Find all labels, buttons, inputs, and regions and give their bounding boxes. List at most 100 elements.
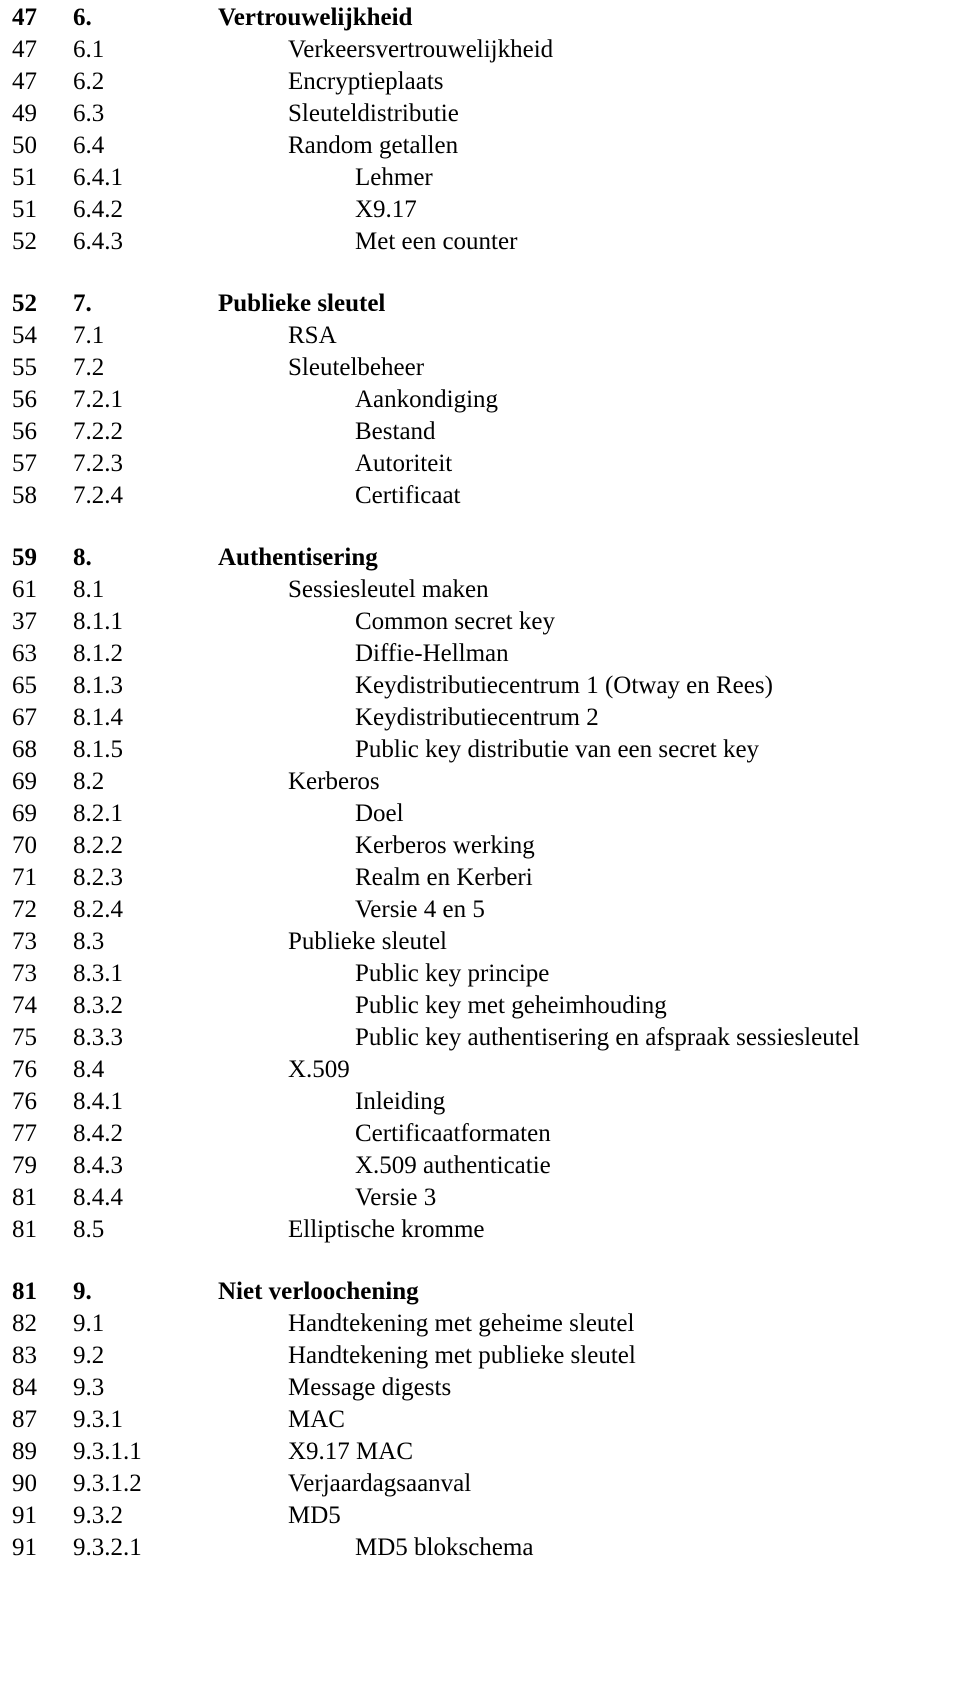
- toc-entry[interactable]: 57 7.2.3 Autoriteit: [0, 448, 960, 480]
- toc-entry-title: Autoriteit: [355, 450, 453, 477]
- toc-entry[interactable]: 56 7.2.1 Aankondiging: [0, 384, 960, 416]
- toc-entry-page-number: 63: [12, 640, 37, 667]
- toc-entry-title: Verkeersvertrouwelijkheid: [288, 36, 554, 63]
- toc-entry-page-number: 67: [12, 704, 37, 731]
- toc-entry-title: X.509 authenticatie: [355, 1152, 551, 1179]
- toc-entry[interactable]: 82 9.1 Handtekening met geheime sleutel: [0, 1308, 960, 1340]
- toc-entry[interactable]: 47 6.2 Encryptieplaats: [0, 66, 960, 98]
- toc-entry[interactable]: 69 8.2 Kerberos: [0, 766, 960, 798]
- toc-entry-title: Met een counter: [355, 228, 518, 255]
- toc-entry-section-number: 9.3.1.2: [73, 1470, 142, 1497]
- toc-entry-title: MD5: [288, 1502, 341, 1529]
- toc-entry[interactable]: 55 7.2 Sleutelbeheer: [0, 352, 960, 384]
- toc-entry-page-number: 69: [12, 768, 37, 795]
- toc-entry[interactable]: 59 8. Authentisering: [0, 542, 960, 574]
- toc-entry[interactable]: 37 8.1.1 Common secret key: [0, 606, 960, 638]
- toc-entry-section-number: 8.1.4: [73, 704, 123, 731]
- toc-entry-page-number: 52: [12, 290, 37, 317]
- toc-entry[interactable]: 52 7. Publieke sleutel: [0, 288, 960, 320]
- toc-entry-page-number: 73: [12, 928, 37, 955]
- toc-entry-page-number: 77: [12, 1120, 37, 1147]
- toc-entry[interactable]: 71 8.2.3 Realm en Kerberi: [0, 862, 960, 894]
- toc-entry-title: Sessiesleutel maken: [288, 576, 489, 603]
- toc-entry-page-number: 76: [12, 1088, 37, 1115]
- toc-entry[interactable]: 73 8.3 Publieke sleutel: [0, 926, 960, 958]
- toc-entry-section-number: 8.1.2: [73, 640, 123, 667]
- toc-entry-page-number: 55: [12, 354, 37, 381]
- toc-entry[interactable]: 81 9. Niet verloochening: [0, 1276, 960, 1308]
- toc-entry-title: Realm en Kerberi: [355, 864, 533, 891]
- toc-entry[interactable]: 69 8.2.1 Doel: [0, 798, 960, 830]
- toc-entry-section-number: 6.2: [73, 68, 105, 95]
- toc-entry-section-number: 6.: [73, 4, 92, 31]
- toc-entry-page-number: 59: [12, 544, 37, 571]
- toc-entry-section-number: 7.2.4: [73, 482, 123, 509]
- toc-entry-page-number: 75: [12, 1024, 37, 1051]
- toc-entry[interactable]: 76 8.4.1 Inleiding: [0, 1086, 960, 1118]
- toc-entry[interactable]: 79 8.4.3 X.509 authenticatie: [0, 1150, 960, 1182]
- toc-entry[interactable]: 58 7.2.4 Certificaat: [0, 480, 960, 512]
- toc-entry-section-number: 7.2.1: [73, 386, 123, 413]
- toc-entry[interactable]: 75 8.3.3 Public key authentisering en afsp…: [0, 1022, 960, 1054]
- toc-entry[interactable]: 76 8.4 X.509: [0, 1054, 960, 1086]
- toc-entry-page-number: 82: [12, 1310, 37, 1337]
- toc-entry-title: Kerberos: [288, 768, 380, 795]
- toc-entry-page-number: 61: [12, 576, 37, 603]
- toc-entry-title: Random getallen: [288, 132, 459, 159]
- toc-entry-title: MAC: [288, 1406, 345, 1433]
- toc-entry-page-number: 51: [12, 196, 37, 223]
- toc-entry[interactable]: 73 8.3.1 Public key principe: [0, 958, 960, 990]
- toc-entry-page-number: 49: [12, 100, 37, 127]
- toc-entry[interactable]: 52 6.4.3 Met een counter: [0, 226, 960, 258]
- toc-entry[interactable]: 70 8.2.2 Kerberos werking: [0, 830, 960, 862]
- toc-entry[interactable]: 68 8.1.5 Public key distributie van een se…: [0, 734, 960, 766]
- toc-entry[interactable]: 51 6.4.2 X9.17: [0, 194, 960, 226]
- toc-entry-page-number: 71: [12, 864, 37, 891]
- toc-entry-page-number: 72: [12, 896, 37, 923]
- toc-entry[interactable]: 90 9.3.1.2 Verjaardagsaanval: [0, 1468, 960, 1500]
- toc-entry[interactable]: 77 8.4.2 Certificaatformaten: [0, 1118, 960, 1150]
- toc-entry-page-number: 65: [12, 672, 37, 699]
- toc-entry[interactable]: 49 6.3 Sleuteldistributie: [0, 98, 960, 130]
- toc-entry-page-number: 81: [12, 1184, 37, 1211]
- toc-entry[interactable]: 56 7.2.2 Bestand: [0, 416, 960, 448]
- toc-entry-page-number: 47: [12, 4, 37, 31]
- toc-entry[interactable]: 72 8.2.4 Versie 4 en 5: [0, 894, 960, 926]
- toc-entry[interactable]: 89 9.3.1.1 X9.17 MAC: [0, 1436, 960, 1468]
- toc-entry-section-number: 7.2.3: [73, 450, 123, 477]
- toc-entry[interactable]: 63 8.1.2 Diffie-Hellman: [0, 638, 960, 670]
- toc-entry-title: Handtekening met publieke sleutel: [288, 1342, 636, 1369]
- toc-entry[interactable]: 87 9.3.1 MAC: [0, 1404, 960, 1436]
- toc-entry[interactable]: 81 8.4.4 Versie 3: [0, 1182, 960, 1214]
- toc-entry[interactable]: 83 9.2 Handtekening met publieke sleutel: [0, 1340, 960, 1372]
- toc-entry-title: Vertrouwelijkheid: [218, 4, 413, 31]
- toc-entry[interactable]: 51 6.4.1 Lehmer: [0, 162, 960, 194]
- toc-entry[interactable]: 91 9.3.2 MD5: [0, 1500, 960, 1532]
- toc-entry[interactable]: 91 9.3.2.1 MD5 blokschema: [0, 1532, 960, 1564]
- toc-entry[interactable]: 54 7.1 RSA: [0, 320, 960, 352]
- toc-entry[interactable]: 65 8.1.3 Keydistributiecentrum 1 (Otway en…: [0, 670, 960, 702]
- toc-entry-section-number: 8.1.3: [73, 672, 123, 699]
- toc-entry[interactable]: 50 6.4 Random getallen: [0, 130, 960, 162]
- toc-entry-page-number: 56: [12, 386, 37, 413]
- toc-entry-section-number: 8.4: [73, 1056, 105, 1083]
- toc-entry-page-number: 57: [12, 450, 37, 477]
- toc-entry-title: Public key authentisering en afspraak se…: [355, 1024, 860, 1051]
- toc-entry[interactable]: 84 9.3 Message digests: [0, 1372, 960, 1404]
- toc-entry[interactable]: 67 8.1.4 Keydistributiecentrum 2: [0, 702, 960, 734]
- toc-entry[interactable]: 81 8.5 Elliptische kromme: [0, 1214, 960, 1246]
- toc-entry[interactable]: 74 8.3.2 Public key met geheimhouding: [0, 990, 960, 1022]
- toc-entry[interactable]: 61 8.1 Sessiesleutel maken: [0, 574, 960, 606]
- toc-entry-section-number: 9.3: [73, 1374, 105, 1401]
- toc-entry-title: Public key met geheimhouding: [355, 992, 667, 1019]
- toc-entry-page-number: 84: [12, 1374, 37, 1401]
- toc-entry-section-number: 9.3.1: [73, 1406, 123, 1433]
- toc-entry-page-number: 81: [12, 1278, 37, 1305]
- toc-entry[interactable]: 47 6. Vertrouwelijkheid: [0, 2, 960, 34]
- toc-entry[interactable]: 47 6.1 Verkeersvertrouwelijkheid: [0, 34, 960, 66]
- toc-entry-title: Publieke sleutel: [288, 928, 447, 955]
- toc-entry-section-number: 8.1.5: [73, 736, 123, 763]
- toc-entry-title: Publieke sleutel: [218, 290, 386, 317]
- toc-entry-page-number: 74: [12, 992, 37, 1019]
- toc-entry-section-number: 8.2.2: [73, 832, 123, 859]
